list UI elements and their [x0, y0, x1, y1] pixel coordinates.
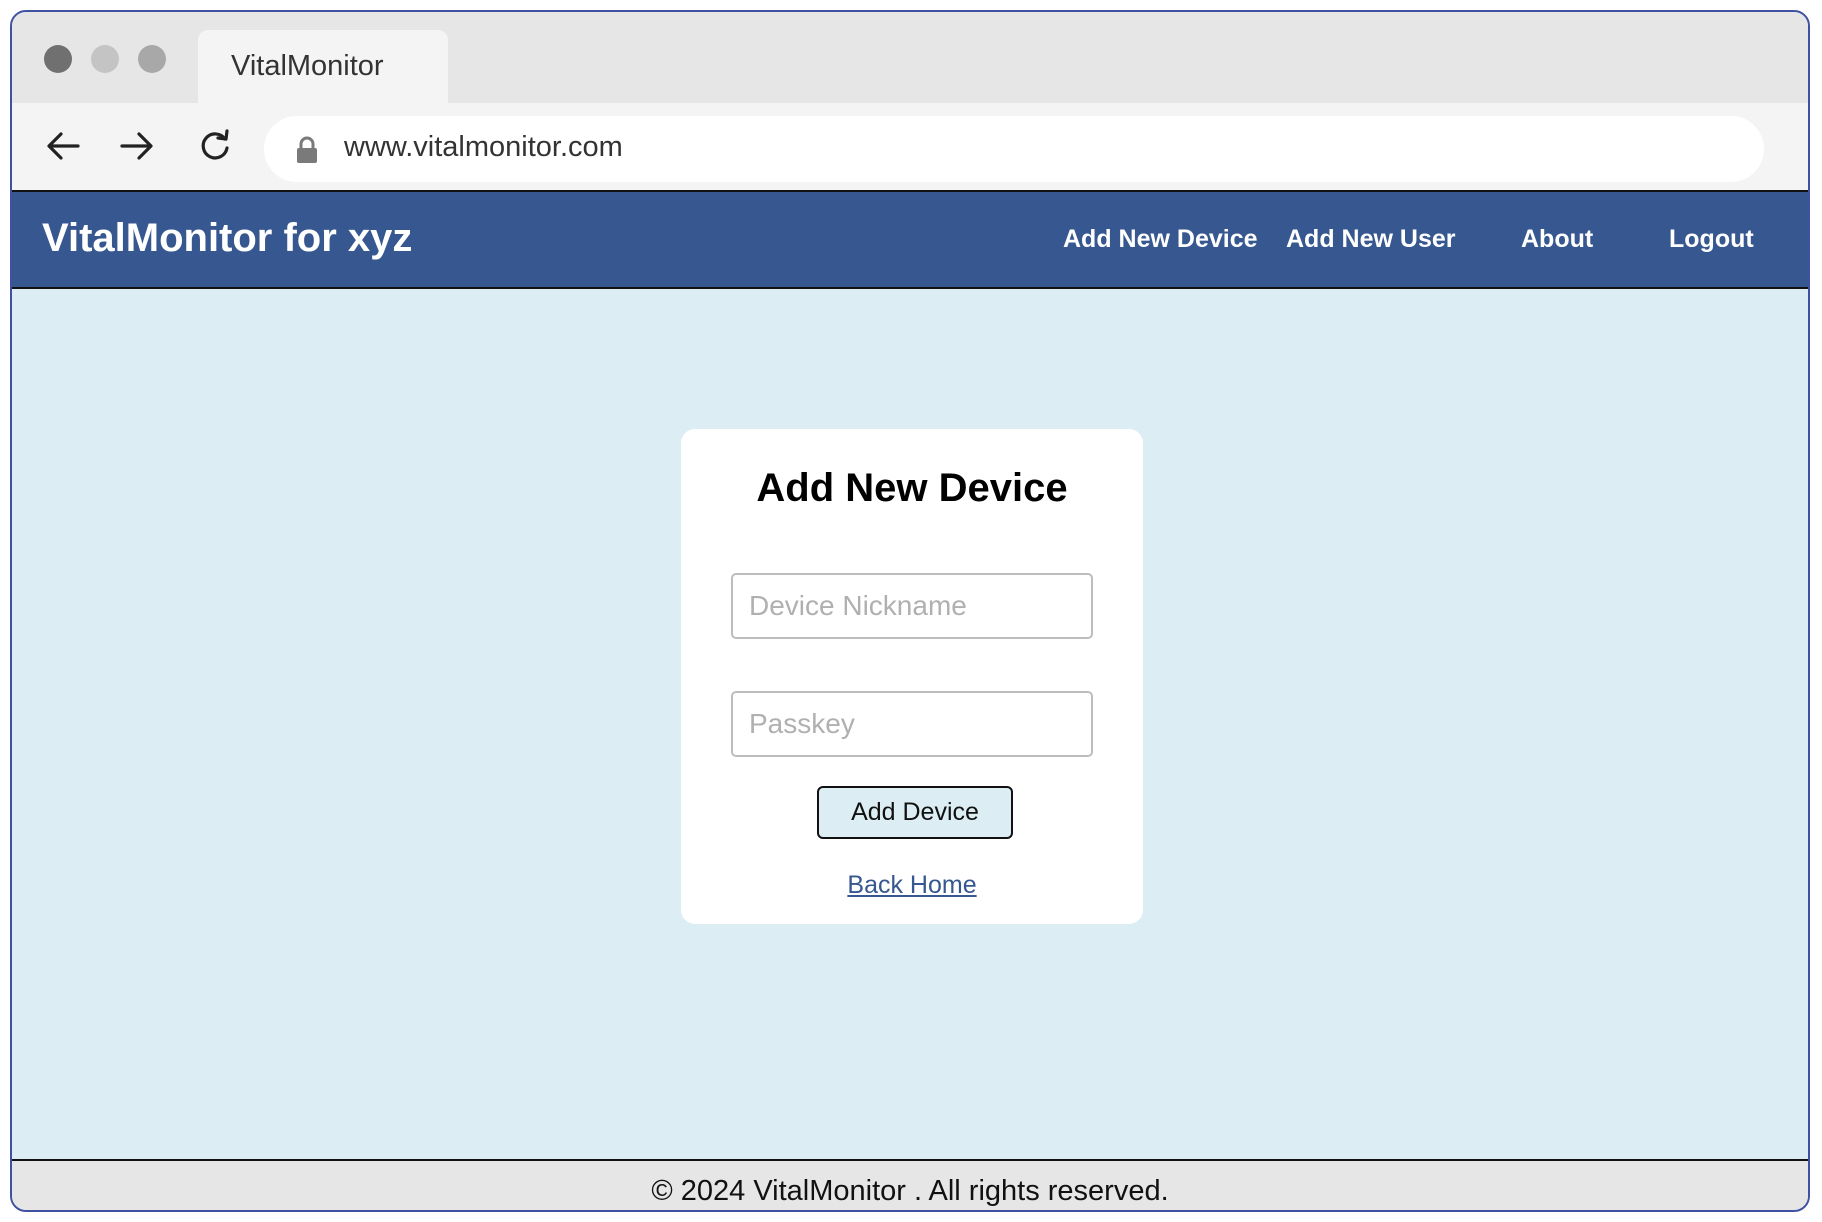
url-text: www.vitalmonitor.com [344, 131, 623, 163]
passkey-input[interactable] [731, 691, 1093, 757]
url-field[interactable]: www.vitalmonitor.com [264, 116, 1764, 182]
forward-button[interactable] [112, 121, 162, 171]
app-navbar: VitalMonitor for xyz Add New Device Add … [12, 190, 1808, 289]
address-bar: www.vitalmonitor.com [12, 103, 1808, 190]
page-title: Add New Device [756, 466, 1068, 510]
app-brand: VitalMonitor for xyz [42, 216, 413, 260]
reload-icon [201, 129, 229, 160]
device-nickname-input[interactable] [731, 573, 1093, 639]
arrow-right-icon [120, 132, 153, 160]
nav-logout[interactable]: Logout [1669, 225, 1754, 254]
back-button[interactable] [38, 121, 88, 171]
back-home-link[interactable]: Back Home [681, 871, 1143, 900]
add-device-card: Add New Device Add Device Back Home [681, 429, 1143, 924]
lock-icon [297, 136, 317, 163]
nav-add-new-user[interactable]: Add New User [1286, 225, 1455, 254]
browser-tab[interactable]: VitalMonitor [198, 30, 448, 103]
maximize-window-button[interactable] [138, 45, 166, 73]
minimize-window-button[interactable] [91, 45, 119, 73]
arrow-left-icon [47, 132, 80, 160]
tab-bar: VitalMonitor [12, 12, 1808, 103]
tab-title: VitalMonitor [231, 50, 384, 82]
nav-add-new-device[interactable]: Add New Device [1063, 225, 1258, 254]
add-device-button[interactable]: Add Device [817, 786, 1013, 839]
reload-button[interactable] [190, 121, 240, 171]
nav-about[interactable]: About [1521, 225, 1593, 254]
close-window-button[interactable] [44, 45, 72, 73]
browser-window: VitalMonitor www.vitalmonitor.com VitalM… [10, 10, 1810, 1212]
footer: © 2024 VitalMonitor . All rights reserve… [12, 1159, 1808, 1210]
footer-copyright: © 2024 VitalMonitor . All rights reserve… [651, 1175, 1169, 1207]
